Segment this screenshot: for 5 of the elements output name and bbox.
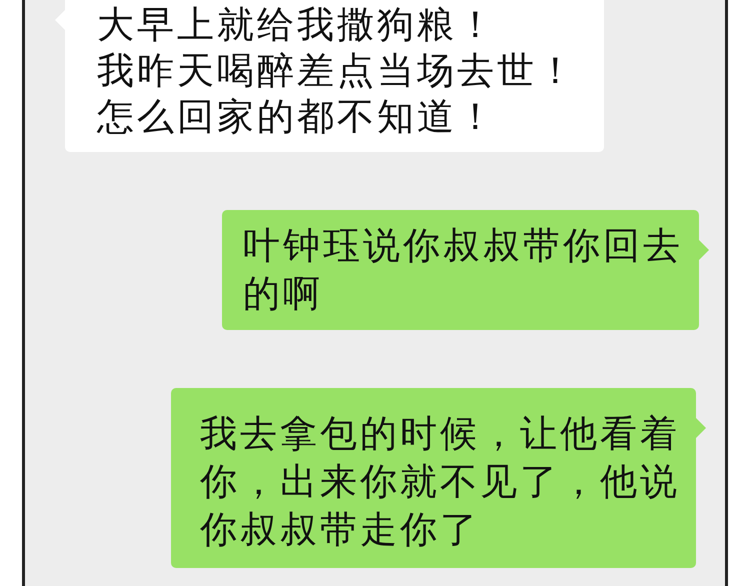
message-text: 大早上就给我撒狗粮！ — [97, 2, 498, 48]
message-text: 我昨天喝醉差点当场去世！ — [97, 48, 574, 94]
message-text: 叶钟珏说你叔叔带你回去的啊 — [243, 223, 684, 317]
message-text: 我去拿包的时候，让他看着你，出来你就不见了，他说你叔叔带走你了 — [200, 411, 681, 553]
message-text: 怎么回家的都不知道！ — [97, 94, 498, 140]
